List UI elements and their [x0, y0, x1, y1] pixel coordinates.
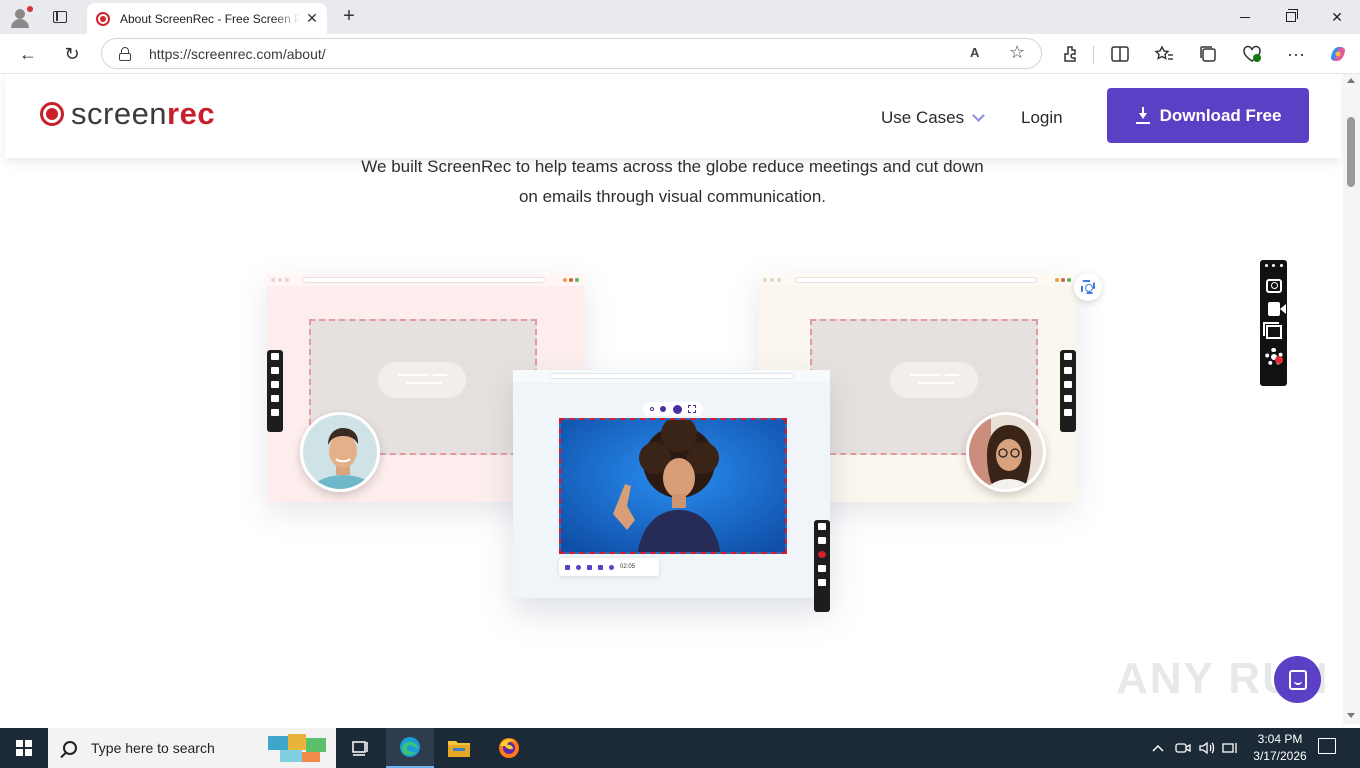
- taskbar-firefox[interactable]: [485, 728, 533, 768]
- screenrec-favicon-icon: [96, 11, 110, 26]
- extensions-icon[interactable]: [1057, 41, 1085, 67]
- firefox-icon: [499, 738, 519, 758]
- site-header: screen rec Use Cases Login Download Free: [5, 74, 1341, 158]
- taskbar-edge[interactable]: [386, 728, 434, 768]
- nav-use-cases-label: Use Cases: [881, 108, 965, 127]
- taskbar-file-explorer[interactable]: [435, 728, 483, 768]
- download-free-button[interactable]: Download Free: [1107, 88, 1309, 143]
- notification-center-icon[interactable]: [1318, 738, 1336, 754]
- chat-bubble-illustration: [890, 362, 978, 398]
- close-window-button[interactable]: ✕: [1314, 0, 1360, 34]
- browser-tab-bar: About ScreenRec - Free Screen Re ✕ + ✕: [0, 0, 1360, 34]
- screenshot-capture-icon: [1074, 273, 1102, 301]
- webcam-video-preview: [559, 418, 787, 554]
- recording-timer: 02:05: [620, 564, 636, 570]
- recorder-toolbar-illustration: [1060, 350, 1076, 432]
- split-screen-icon[interactable]: [1106, 41, 1134, 67]
- download-button-label: Download Free: [1159, 105, 1282, 125]
- tray-show-hidden-icon[interactable]: [1151, 728, 1165, 768]
- restore-button[interactable]: [1268, 0, 1314, 34]
- scroll-down-icon[interactable]: [1347, 713, 1355, 718]
- page-scrollbar[interactable]: [1343, 74, 1360, 724]
- toolbar-separator: [1093, 46, 1094, 64]
- lock-icon[interactable]: [119, 47, 131, 61]
- screenrec-logo[interactable]: screen rec: [40, 96, 215, 132]
- notification-badge: [1275, 356, 1283, 364]
- logo-text-rec: rec: [167, 96, 216, 131]
- tab-close-icon[interactable]: ✕: [305, 11, 319, 25]
- meet-now-icon[interactable]: [1175, 728, 1191, 768]
- browser-tab-active[interactable]: About ScreenRec - Free Screen Re ✕: [87, 3, 327, 34]
- task-view-button[interactable]: [336, 728, 384, 768]
- intro-paragraph: We built ScreenRec to help teams across …: [300, 152, 1045, 212]
- favorites-icon[interactable]: [1150, 41, 1178, 67]
- recording-controls-illustration: 02:05: [559, 558, 659, 576]
- copilot-icon[interactable]: [1324, 41, 1352, 67]
- nav-use-cases[interactable]: Use Cases: [881, 108, 986, 128]
- browser-essentials-icon[interactable]: [1238, 41, 1266, 67]
- windows-taskbar: Type here to search 3:04 PM 3/17/2026: [0, 728, 1360, 768]
- web-page: screen rec Use Cases Login Download Free …: [0, 74, 1343, 724]
- url-text[interactable]: https://screenrec.com/about/: [149, 46, 326, 62]
- widget-menu-icon[interactable]: [1264, 264, 1283, 270]
- volume-icon[interactable]: [1198, 728, 1216, 768]
- address-bar[interactable]: https://screenrec.com/about/ A ☆: [101, 38, 1042, 69]
- chat-widget-button[interactable]: [1274, 656, 1321, 703]
- more-options-icon[interactable]: ···: [1282, 41, 1310, 67]
- record-logo-icon: [40, 102, 64, 126]
- back-button[interactable]: ←: [14, 41, 42, 67]
- favorite-star-icon[interactable]: ☆: [1009, 42, 1025, 63]
- recorder-toolbar-illustration: [267, 350, 283, 432]
- tab-actions-icon[interactable]: [46, 6, 74, 28]
- new-tab-button[interactable]: +: [338, 6, 360, 28]
- file-explorer-icon: [448, 741, 470, 757]
- window-gallery-icon[interactable]: [1262, 322, 1282, 339]
- search-highlight-puzzle-icon: [268, 734, 326, 762]
- windows-logo-icon: [16, 740, 32, 756]
- avatar-woman: [966, 412, 1046, 492]
- read-aloud-icon[interactable]: A: [970, 45, 979, 60]
- clock-time: 3:04 PM: [1257, 732, 1303, 746]
- taskbar-search-box[interactable]: Type here to search: [48, 728, 336, 768]
- search-placeholder: Type here to search: [91, 740, 215, 756]
- profile-icon[interactable]: [8, 4, 36, 30]
- chat-icon: [1288, 669, 1307, 690]
- screenrec-floating-widget[interactable]: [1260, 260, 1287, 386]
- start-button[interactable]: [0, 728, 48, 768]
- avatar-man: [300, 412, 380, 492]
- minimize-button[interactable]: [1222, 0, 1268, 34]
- capture-mode-selector: [643, 402, 703, 416]
- chevron-down-icon: [972, 109, 986, 122]
- task-view-icon: [352, 741, 368, 756]
- nav-login[interactable]: Login: [1021, 108, 1063, 128]
- clock-date: 3/17/2026: [1253, 749, 1307, 763]
- network-icon[interactable]: [1222, 728, 1240, 768]
- scrollbar-thumb[interactable]: [1347, 117, 1355, 187]
- intro-line-2: on emails through visual communication.: [518, 187, 827, 206]
- camera-icon[interactable]: [1265, 279, 1282, 293]
- collections-icon[interactable]: [1194, 41, 1222, 67]
- tab-title: About ScreenRec - Free Screen Re: [120, 11, 300, 26]
- browser-toolbar: ← ↻ https://screenrec.com/about/ A ☆ ···: [0, 34, 1360, 74]
- edge-icon: [400, 737, 420, 757]
- recorder-toolbar-illustration: [814, 520, 830, 612]
- video-record-icon[interactable]: [1267, 302, 1286, 316]
- chat-bubble-illustration: [378, 362, 466, 398]
- refresh-button[interactable]: ↻: [58, 41, 86, 67]
- logo-text-screen: screen: [71, 96, 168, 131]
- search-icon: [63, 741, 77, 755]
- download-icon: [1135, 106, 1151, 125]
- taskbar-clock[interactable]: 3:04 PM 3/17/2026: [1244, 731, 1316, 765]
- illustration-card-center: 02:05: [513, 370, 830, 612]
- scroll-up-icon[interactable]: [1347, 78, 1355, 83]
